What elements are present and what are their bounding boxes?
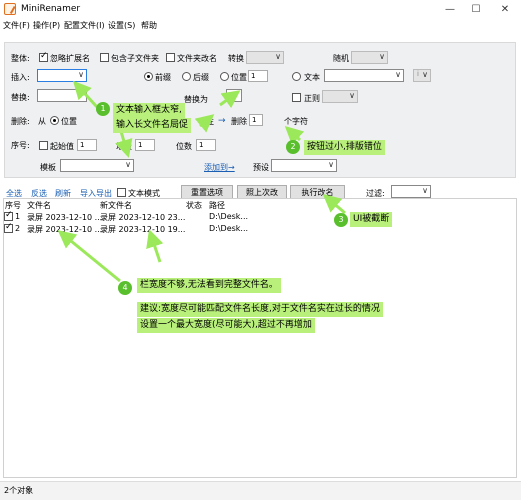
regex-checkbox[interactable] (292, 93, 301, 102)
annotation-badge-2: 2 (286, 140, 300, 154)
convert-select[interactable] (246, 51, 284, 64)
include-subfolders-checkbox[interactable] (100, 53, 109, 62)
position-radio[interactable] (220, 72, 229, 81)
row-number: 1 (15, 212, 21, 221)
status-bar (0, 481, 521, 500)
rename-folders-label: 文件夹改名 (177, 54, 217, 63)
row-filename[interactable]: 录屏 2023-12-10 ... (27, 224, 102, 235)
increment-spinner[interactable]: 1 (135, 139, 155, 151)
insert-label: 插入: (11, 73, 30, 82)
text-case-select[interactable]: i (413, 69, 431, 82)
annotation-2: 按钮过小,排版错位 (304, 140, 385, 155)
position-spinner[interactable]: 1 (248, 70, 268, 82)
column-header-filename[interactable]: 文件名 (27, 200, 51, 211)
maximize-button[interactable]: ☐ (467, 3, 485, 16)
annotation-3: UI被截断 (350, 212, 393, 227)
digits-spinner[interactable]: 1 (196, 139, 216, 151)
template-label: 模板 (40, 163, 56, 172)
row-checkbox[interactable] (4, 210, 13, 221)
whole-label: 整体: (11, 54, 30, 63)
insert-text-input[interactable] (37, 69, 87, 82)
delete-position-radio[interactable] (50, 116, 59, 125)
window-title: MiniRenamer (21, 4, 81, 14)
go-label: 往 (206, 117, 214, 126)
add-to-link[interactable]: 添加到→ (204, 162, 235, 173)
row-filename[interactable]: 录屏 2023-12-10 ... (27, 212, 102, 223)
start-value-spinner[interactable]: 1 (77, 139, 97, 151)
menu-profile[interactable]: 配置文件(I) (64, 20, 105, 31)
annotation-badge-3: 3 (334, 213, 348, 227)
preset-select[interactable] (271, 159, 337, 172)
column-header-new-filename[interactable]: 新文件名 (100, 200, 132, 211)
ignore-ext-checkbox[interactable] (39, 51, 48, 62)
suffix-label: 后缀 (193, 73, 209, 82)
start-value-label: 起始值 (50, 142, 74, 151)
direction-arrow-icon[interactable]: → (218, 116, 226, 126)
row-checkbox[interactable] (4, 222, 13, 233)
ignore-ext-label: 忽略扩展名 (50, 54, 90, 63)
digits-label: 位数 (176, 142, 192, 151)
prefix-label: 前缀 (155, 73, 171, 82)
suffix-radio[interactable] (182, 72, 191, 81)
file-list[interactable] (3, 198, 517, 478)
text-select[interactable] (324, 69, 404, 82)
row-new-filename[interactable]: 录屏 2023-12-10 23... (100, 212, 185, 223)
close-button[interactable]: ✕ (496, 3, 514, 16)
annotation-badge-1: 1 (96, 102, 110, 116)
replace-with-input[interactable] (226, 89, 242, 102)
status-count: 2个对象 (4, 486, 34, 495)
rename-folders-checkbox[interactable] (166, 53, 175, 62)
position-label: 位置 (231, 73, 247, 82)
include-subfolders-label: 包含子文件夹 (111, 54, 159, 63)
delete-label: 删除: (11, 117, 30, 126)
annotation-1-line2: 输入长文件名局促 (113, 118, 192, 133)
annotation-badge-4: 4 (118, 281, 132, 295)
chars-label: 个字符 (284, 117, 308, 126)
filter-select[interactable] (391, 185, 431, 198)
column-header-status[interactable]: 状态 (186, 200, 202, 211)
annotation-4: 栏宽度不够,无法看到完整文件名。 (137, 278, 281, 293)
annotation-1-line1: 文本输入框太窄, (113, 103, 185, 118)
random-select[interactable] (351, 51, 388, 64)
row-path[interactable]: D:\Desk... (209, 212, 248, 221)
menu-file[interactable]: 文件(F) (3, 20, 30, 31)
row-path[interactable]: D:\Desk... (209, 224, 248, 233)
prefix-radio[interactable] (144, 72, 153, 81)
preset-label: 预设 (253, 163, 269, 172)
template-select[interactable] (60, 159, 134, 172)
replace-label: 替换: (11, 93, 30, 102)
annotation-suggestion-line2: 设置一个最大宽度(尽可能大),超过不再增加 (137, 318, 315, 333)
column-header-path[interactable]: 路径 (209, 200, 225, 211)
text-radio[interactable] (292, 72, 301, 81)
sequence-label: 序号: (11, 141, 30, 150)
text-label: 文本 (304, 73, 320, 82)
app-logo-icon (4, 3, 16, 15)
replace-with-label: 替换为 (184, 95, 208, 104)
menu-help[interactable]: 帮助 (141, 20, 157, 31)
delete-count-spinner[interactable]: 1 (249, 114, 263, 126)
text-mode-checkbox[interactable] (117, 188, 126, 197)
delete-chars-label: 删除 (231, 117, 247, 126)
random-label: 随机 (333, 54, 349, 63)
replace-input[interactable] (37, 89, 87, 102)
delete-position-label: 位置 (61, 117, 77, 126)
regex-label: 正则 (304, 94, 320, 103)
row-number: 2 (15, 224, 21, 233)
increment-label: 增量 (116, 142, 132, 151)
convert-label: 转换 (228, 54, 244, 63)
annotation-suggestion-line1: 建议:宽度尽可能匹配文件名长度,对于文件名实在过长的情况 (137, 302, 383, 317)
from-label: 从 (38, 117, 46, 126)
row-new-filename[interactable]: 录屏 2023-12-10 19... (100, 224, 185, 235)
minimize-button[interactable]: — (441, 3, 459, 16)
regex-select[interactable] (322, 90, 358, 103)
start-value-checkbox[interactable] (39, 141, 48, 150)
menu-operation[interactable]: 操作(P) (33, 20, 60, 31)
menu-settings[interactable]: 设置(S) (108, 20, 135, 31)
